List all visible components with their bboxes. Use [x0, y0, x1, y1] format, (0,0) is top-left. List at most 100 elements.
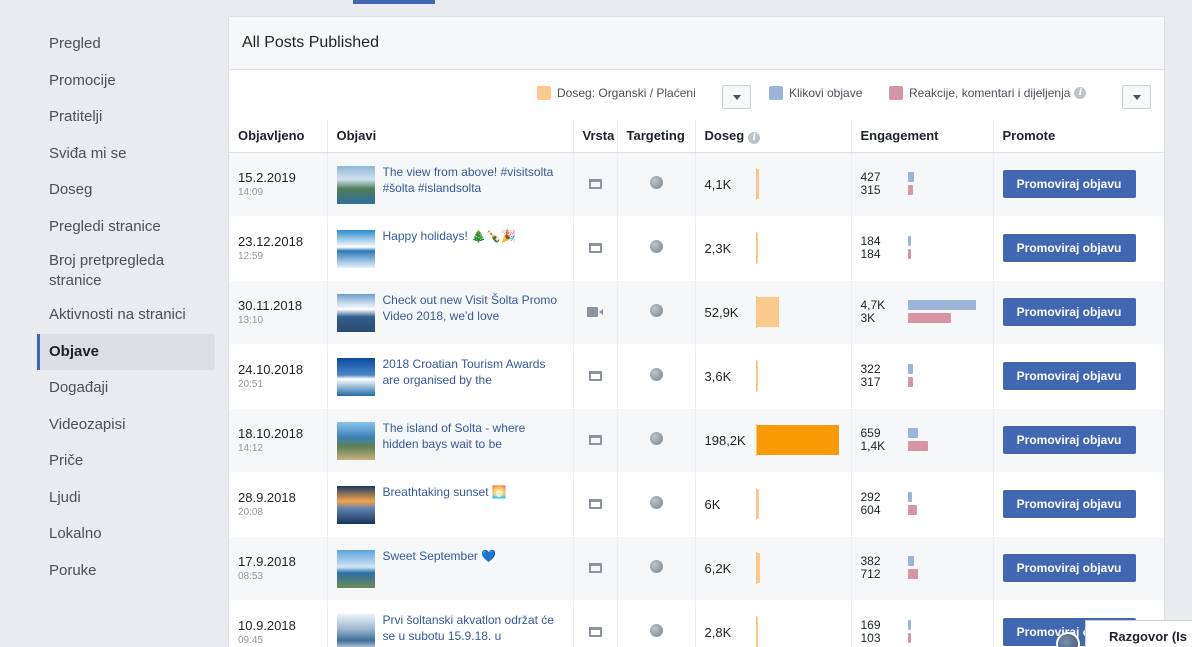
globe-icon[interactable] [649, 432, 663, 445]
post-thumbnail[interactable] [336, 294, 375, 332]
globe-icon[interactable] [649, 368, 663, 381]
cell-targeting [616, 216, 695, 281]
post-thumbnail[interactable] [336, 422, 375, 460]
globe-icon[interactable] [649, 624, 663, 637]
sidebar-item-overview[interactable]: Pregled [37, 26, 215, 63]
col-targeting[interactable]: Targeting [616, 120, 695, 153]
clicks-bar [907, 172, 914, 182]
info-icon[interactable]: i [1074, 87, 1087, 99]
cell-published: 15.2.2019 14:09 [229, 152, 327, 217]
reach-bar [756, 425, 839, 455]
engagement-bars [907, 617, 984, 647]
post-thumbnail[interactable] [336, 230, 375, 268]
clicks-bar [907, 236, 911, 246]
sidebar-item-actions-on-page[interactable]: Aktivnosti na stranici [37, 297, 215, 334]
sidebar-item-page-views[interactable]: Pregledi stranice [37, 209, 215, 246]
engagement-metric-dropdown[interactable] [1122, 85, 1151, 109]
cell-targeting [616, 536, 695, 601]
sidebar-item-posts[interactable]: Objave [37, 333, 215, 370]
post-link[interactable]: Sweet September 💙 [383, 548, 497, 564]
sidebar-item-people[interactable]: Ljudi [37, 480, 215, 517]
promote-post-button[interactable]: Promoviraj objavu [1002, 298, 1136, 326]
reactions-value: 604 [860, 503, 881, 517]
clicks-bar [907, 300, 976, 310]
reach-bar [756, 233, 758, 263]
reactions-bar [907, 505, 917, 515]
reach-value: 2,8K [704, 624, 732, 640]
reach-bar-track [755, 552, 842, 584]
post-thumbnail[interactable] [336, 166, 375, 204]
post-time: 08:53 [238, 571, 264, 582]
post-date: 18.10.2018 [238, 426, 304, 441]
table-row: 24.10.2018 20:51 2018 Croatian Tourism Awa… [229, 344, 1164, 409]
sidebar-item-likes[interactable]: Sviđa mi se [37, 136, 215, 173]
reactions-value: 3K [860, 311, 876, 325]
panel-title: All Posts Published [242, 34, 379, 51]
promote-post-button[interactable]: Promoviraj objavu [1002, 362, 1136, 390]
col-reach[interactable]: Doseg i [694, 120, 851, 153]
promote-post-button[interactable]: Promoviraj objavu [1002, 234, 1136, 262]
clicks-bar [907, 428, 918, 438]
cell-reach: 2,8K [694, 600, 851, 647]
post-link[interactable]: 2018 Croatian Tourism Awards are organis… [383, 356, 564, 388]
sidebar-item-local[interactable]: Lokalno [37, 516, 215, 553]
globe-icon[interactable] [649, 496, 663, 509]
reactions-bar [907, 249, 911, 259]
sidebar-item-page-previews[interactable]: Broj pretpregleda stranice [37, 245, 215, 297]
cell-type [572, 152, 617, 217]
promote-post-button[interactable]: Promoviraj objavu [1002, 490, 1136, 518]
cell-published: 30.11.2018 13:10 [229, 280, 327, 345]
info-icon[interactable]: i [748, 131, 761, 144]
globe-icon[interactable] [649, 304, 663, 317]
globe-icon[interactable] [649, 240, 663, 253]
col-type[interactable]: Vrsta [572, 120, 617, 153]
sidebar-item-stories[interactable]: Priče [37, 443, 215, 480]
all-posts-panel: All Posts Published Doseg: Organski / Pl… [228, 16, 1165, 647]
col-published[interactable]: Objavljeno [229, 120, 327, 153]
reactions-bar [907, 377, 913, 387]
sidebar-item-reach[interactable]: Doseg [37, 172, 215, 209]
post-link[interactable]: Happy holidays! 🎄🍾🎉 [383, 228, 517, 244]
cell-post: Check out new Visit Šolta Promo Video 20… [326, 280, 573, 345]
cell-type [572, 536, 617, 601]
posts-table: Objavljeno Objavi Vrsta Targeting Doseg i… [229, 120, 1164, 647]
sidebar-item-followers[interactable]: Pratitelji [37, 99, 215, 136]
status-icon [588, 370, 602, 381]
post-link[interactable]: Check out new Visit Šolta Promo Video 20… [383, 292, 564, 324]
cell-engagement: 292 604 [850, 472, 993, 537]
reactions-swatch [889, 86, 903, 100]
col-engagement[interactable]: Engagement [850, 120, 993, 153]
post-thumbnail[interactable] [336, 358, 375, 396]
post-thumbnail[interactable] [336, 550, 375, 588]
promote-post-button[interactable]: Promoviraj objavu [1002, 426, 1136, 454]
post-link[interactable]: Breathtaking sunset 🌅 [383, 484, 507, 500]
cell-engagement: 427 315 [850, 152, 993, 217]
sidebar-item-videos[interactable]: Videozapisi [37, 407, 215, 444]
cell-reach: 6K [694, 472, 851, 537]
status-icon [588, 434, 602, 445]
chat-tab[interactable]: Razgovor (Is [1085, 620, 1192, 647]
status-icon [588, 498, 602, 509]
promote-post-button[interactable]: Promoviraj objavu [1002, 554, 1136, 582]
cell-type [572, 472, 617, 537]
sidebar-item-messages[interactable]: Poruke [37, 553, 215, 590]
post-link[interactable]: The view from above! #visitsolta #šolta … [383, 164, 564, 196]
post-thumbnail[interactable] [336, 614, 375, 647]
cell-promote: Promoviraj objavu [992, 408, 1164, 473]
engagement-bars [907, 169, 984, 199]
reach-value: 6,2K [704, 560, 732, 576]
reactions-value: 103 [860, 631, 881, 645]
post-thumbnail[interactable] [336, 486, 375, 524]
post-link[interactable]: The island of Solta - where hidden bays … [383, 420, 564, 452]
promote-post-button[interactable]: Promoviraj objavu [1002, 170, 1136, 198]
reactions-bar [907, 185, 913, 195]
globe-icon[interactable] [649, 176, 663, 189]
cell-promote: Promoviraj objavu [992, 536, 1164, 601]
globe-icon[interactable] [649, 560, 663, 573]
sidebar-item-events[interactable]: Događaji [37, 370, 215, 407]
reach-metric-dropdown[interactable] [722, 85, 751, 109]
engagement-values: 427 315 [861, 171, 908, 197]
chevron-down-icon [1132, 94, 1141, 100]
sidebar-item-promotions[interactable]: Promocije [37, 63, 215, 100]
post-link[interactable]: Prvi šoltanski akvatlon održat će se u s… [383, 612, 564, 644]
